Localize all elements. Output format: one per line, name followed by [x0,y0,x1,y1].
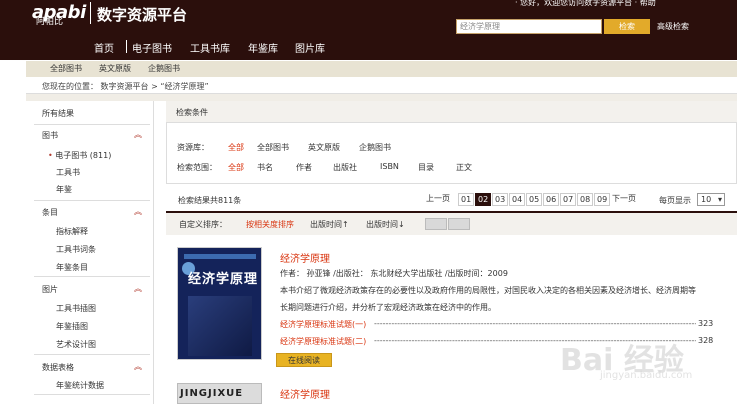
per-page-select[interactable]: 10 ▾ [697,193,725,206]
sidebar-item-yearbook[interactable]: 年鉴 [56,184,72,195]
resource-option-all[interactable]: 全部 [228,142,244,153]
search-conditions-header [166,101,737,123]
scope-option-publisher[interactable]: 出版社 [333,162,357,173]
sub-navigation [26,61,737,77]
sidebar-all: 所有结果 [34,105,150,125]
book-cover[interactable]: JINGJIXUE [177,383,262,404]
collapse-icon[interactable]: ︽ [134,206,142,217]
per-page-label: 每页显示 [659,196,691,205]
scope-option-all[interactable]: 全部 [228,162,244,173]
scope-label: 检索范围： [177,163,217,172]
sidebar-section-title[interactable]: 数据表格 [42,362,74,373]
resource-option-all-books[interactable]: 全部图书 [257,142,289,153]
sidebar-item-yearbook-illustrations[interactable]: 年鉴插图 [56,321,88,332]
next-page-button[interactable]: 下一页 [610,193,638,206]
sidebar-section-title[interactable]: 图书 [42,130,58,141]
resource-label: 资源库： [177,143,209,152]
advanced-search-link[interactable]: 高级检索 [657,21,689,32]
chapter-leader: ----------------------------------------… [374,319,696,328]
page-button[interactable]: 06 [543,193,560,206]
nav-yearbook[interactable]: 年鉴库 [248,40,278,55]
chapter-page: 323 [698,319,714,328]
page-button[interactable]: 01 [458,193,475,206]
subnav-penguin[interactable]: 企鹅图书 [148,63,180,74]
breadcrumb-bar [26,93,737,101]
nav-images[interactable]: 图片库 [295,40,325,55]
chapter-link[interactable]: 经济学原理标准试题(二) [280,336,366,347]
book-cover[interactable]: 经济学原理 [177,247,262,360]
sidebar-item-ebooks[interactable]: • 电子图书 (811) [48,150,111,161]
sidebar-section-entries: 条目 ︽ 指标解释 工具书词条 年鉴条目 [34,201,150,277]
sidebar-item-ref-illustrations[interactable]: 工具书插图 [56,303,96,314]
collapse-icon[interactable]: ︽ [134,283,142,294]
scope-option-author[interactable]: 作者 [296,162,312,173]
result-count: 检索结果共811条 [178,196,242,205]
search-input[interactable]: 经济学原理 [456,19,602,34]
cover-band [184,254,256,259]
sidebar-section-title[interactable]: 条目 [42,207,58,218]
sidebar-section-title[interactable]: 图片 [42,284,58,295]
scope-option-toc[interactable]: 目录 [418,162,434,173]
search-conditions-title: 检索条件 [176,108,208,117]
sidebar-section-images: 图片 ︽ 工具书插图 年鉴插图 艺术设计图 [34,277,150,355]
nav-reference[interactable]: 工具书库 [190,40,230,55]
sidebar-item-art-designs[interactable]: 艺术设计图 [56,339,96,350]
watermark-url: jingyan.baidu.com [600,370,693,381]
book-title[interactable]: 经济学原理 [280,386,330,401]
sidebar-item-reference[interactable]: 工具书 [56,167,80,178]
page-button-current[interactable]: 02 [475,193,492,206]
per-page-value: 10 [701,195,712,204]
page-button[interactable]: 05 [526,193,543,206]
search-button[interactable]: 检索 [604,19,650,34]
sort-toggle[interactable] [425,218,447,230]
chapter-link[interactable]: 经济学原理标准试题(一) [280,319,366,330]
cover-title: JINGJIXUE [180,388,244,399]
breadcrumb: 您现在的位置： 数字资源平台 > “经济学原理” [42,82,209,91]
sort-toggle[interactable] [448,218,470,230]
chevron-down-icon: ▾ [717,195,722,204]
sidebar-item-yearbook-entries[interactable]: 年鉴条目 [56,262,88,273]
sidebar-section-tables: 数据表格 ︽ 年鉴统计数据 [34,355,150,395]
sidebar-item-ref-entries[interactable]: 工具书词条 [56,244,96,255]
cover-art [188,296,252,356]
cover-title: 经济学原理 [188,272,259,287]
resource-option-penguin[interactable]: 企鹅图书 [359,142,391,153]
sidebar-item-indicators[interactable]: 指标解释 [56,226,88,237]
scope-option-fulltext[interactable]: 正文 [456,162,472,173]
subnav-english[interactable]: 英文原版 [99,63,131,74]
sidebar-item-statistics[interactable]: 年鉴统计数据 [56,380,104,391]
page-button[interactable]: 08 [577,193,594,206]
logo-subtitle: 阿帕比 [36,17,64,27]
prev-page-button[interactable]: 上一页 [424,193,452,206]
page-button[interactable]: 04 [509,193,526,206]
page-button[interactable]: 09 [594,193,611,206]
sidebar-all-results[interactable]: 所有结果 [42,108,74,119]
book-meta: 作者： 孙亚锋 /出版社： 东北财经大学出版社 /出版时间：2009 [280,269,508,278]
chapter-page: 328 [698,336,714,345]
book-description: 长期问题进行介绍，并分析了宏观经济政策在经济中的作用。 [280,303,496,312]
nav-divider [126,40,127,53]
page-button[interactable]: 03 [492,193,509,206]
resource-option-english[interactable]: 英文原版 [308,142,340,153]
collapse-icon[interactable]: ︽ [134,129,142,140]
sort-date-desc[interactable]: 出版时间↓ [366,219,405,230]
scope-option-title[interactable]: 书名 [257,162,273,173]
nav-home[interactable]: 首页 [94,40,114,55]
page-button[interactable]: 07 [560,193,577,206]
book-title[interactable]: 经济学原理 [280,250,330,265]
subnav-all-books[interactable]: 全部图书 [50,63,82,74]
sort-by-relevance[interactable]: 按相关度排序 [246,219,294,230]
read-online-button[interactable]: 在线阅读 [276,353,332,367]
site-title: 数字资源平台 [97,6,188,24]
sidebar-section-books: 图书 ︽ • 电子图书 (811) 工具书 年鉴 [34,125,150,201]
book-description: 本书介绍了微观经济政策存在的必要性以及政府作用的局限性，对国民收入决定的各相关因… [280,286,696,295]
scope-option-isbn[interactable]: ISBN [380,162,399,171]
logo-divider [90,2,91,24]
sort-date-asc[interactable]: 出版时间↑ [310,219,349,230]
top-links[interactable]: · 您好，欢迎您访问数字资源平台 · 帮助 [515,0,656,8]
sort-label: 自定义排序： [179,220,227,229]
collapse-icon[interactable]: ︽ [134,361,142,372]
nav-ebooks[interactable]: 电子图书 [132,40,172,55]
